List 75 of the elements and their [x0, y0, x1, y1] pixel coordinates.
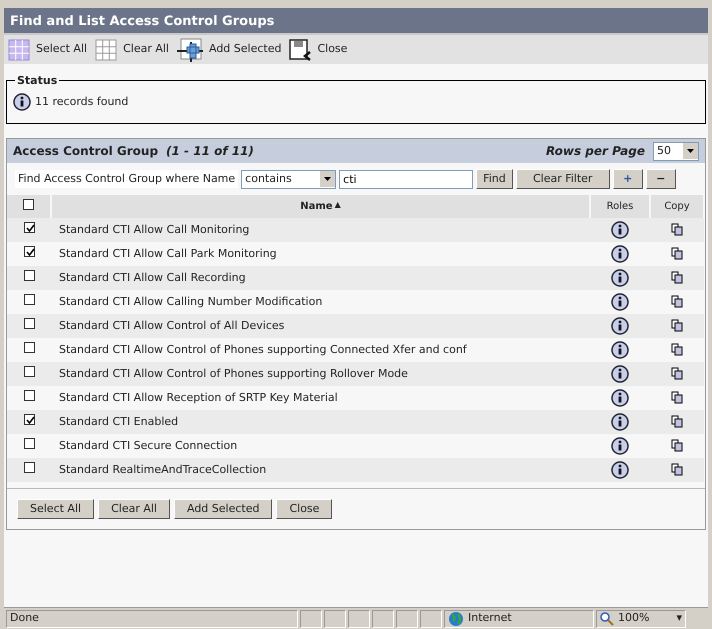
- info-icon[interactable]: [611, 461, 629, 479]
- group-name-link[interactable]: Standard CTI Allow Call Recording: [59, 270, 246, 284]
- group-name-link[interactable]: Standard CTI Allow Call Park Monitoring: [59, 246, 277, 260]
- operator-select[interactable]: contains: [241, 170, 336, 188]
- copy-icon[interactable]: [671, 319, 683, 332]
- group-name-link[interactable]: Standard CTI Secure Connection: [59, 438, 238, 452]
- info-icon[interactable]: [611, 413, 629, 431]
- checkbox[interactable]: [24, 270, 34, 281]
- toolbar-button[interactable]: Close: [289, 38, 348, 60]
- info-icon[interactable]: [611, 293, 629, 311]
- copy-icon[interactable]: [671, 247, 683, 260]
- info-icon[interactable]: [611, 389, 629, 407]
- zoom-control[interactable]: 100% ▾: [596, 610, 686, 628]
- filter-input[interactable]: cti: [339, 170, 474, 188]
- copy-icon[interactable]: [671, 223, 683, 236]
- group-name-link[interactable]: Standard CTI Allow Reception of SRTP Key Material: [59, 390, 338, 404]
- grid-icon: [8, 38, 30, 60]
- checkbox[interactable]: [24, 438, 34, 449]
- info-icon[interactable]: [611, 221, 629, 239]
- info-icon[interactable]: [611, 245, 629, 263]
- sort-icon[interactable]: ▲: [334, 200, 341, 209]
- add-icon: [176, 38, 203, 62]
- save-close-icon: [289, 38, 312, 60]
- toolbar-button[interactable]: Add Selected: [176, 38, 282, 62]
- record-range: (1 - 11 of 11): [166, 143, 254, 160]
- rows-per-page-select[interactable]: 50: [653, 142, 699, 160]
- copy-icon[interactable]: [671, 439, 683, 452]
- checkbox[interactable]: [24, 366, 34, 377]
- zone-indicator: Internet: [444, 610, 594, 628]
- rows-per-page-label: Rows per Page: [546, 143, 645, 160]
- copy-icon[interactable]: [671, 271, 683, 284]
- checkbox[interactable]: [24, 246, 34, 257]
- add-criteria-button[interactable]: +: [612, 169, 643, 189]
- info-icon: [13, 93, 31, 111]
- filter-label: Find Access Control Group where Name: [15, 170, 238, 188]
- panel-title: Access Control Group: [13, 143, 158, 160]
- checkbox[interactable]: [24, 342, 34, 353]
- group-name-link[interactable]: Standard CTI Allow Calling Number Modification: [59, 294, 322, 308]
- action-button[interactable]: Add Selected: [174, 499, 272, 519]
- checkbox[interactable]: [24, 222, 34, 233]
- toolbar-button[interactable]: Select All: [8, 38, 88, 60]
- clear-filter-button[interactable]: Clear Filter: [516, 169, 610, 189]
- zoom-icon: [600, 612, 614, 626]
- action-button[interactable]: Clear All: [98, 499, 170, 519]
- group-name-link[interactable]: Standard CTI Allow Call Monitoring: [59, 222, 250, 236]
- info-icon[interactable]: [611, 317, 629, 335]
- checkbox[interactable]: [24, 390, 34, 401]
- action-button[interactable]: Close: [276, 499, 332, 519]
- globe-icon: [448, 610, 464, 626]
- remove-criteria-button[interactable]: −: [646, 169, 676, 189]
- info-icon[interactable]: [611, 341, 629, 359]
- checkbox[interactable]: [24, 462, 34, 473]
- checkbox[interactable]: [24, 414, 34, 425]
- checkbox[interactable]: [23, 198, 34, 210]
- status-text: Done: [6, 610, 298, 628]
- checkbox[interactable]: [24, 318, 34, 329]
- info-icon[interactable]: [611, 269, 629, 287]
- action-button[interactable]: Select All: [17, 499, 94, 519]
- column-header[interactable]: Name: [300, 201, 333, 212]
- copy-icon[interactable]: [671, 415, 683, 428]
- copy-icon[interactable]: [671, 391, 683, 404]
- group-name-link[interactable]: Standard CTI Allow Control of Phones supporting Connected Xfer and conf: [59, 342, 467, 356]
- status-message: 11 records found: [35, 94, 128, 110]
- copy-icon[interactable]: [671, 463, 683, 476]
- info-icon[interactable]: [611, 365, 629, 383]
- window-title: Find and List Access Control Groups: [4, 8, 708, 33]
- copy-icon[interactable]: [671, 295, 683, 308]
- group-name-link[interactable]: Standard CTI Enabled: [59, 414, 178, 428]
- find-button[interactable]: Find: [476, 169, 513, 189]
- info-icon[interactable]: [611, 437, 629, 455]
- toolbar-button[interactable]: Clear All: [95, 38, 169, 60]
- copy-icon[interactable]: [671, 367, 683, 380]
- grid-icon: [95, 38, 118, 60]
- checkbox[interactable]: [24, 294, 34, 305]
- copy-icon[interactable]: [671, 343, 683, 356]
